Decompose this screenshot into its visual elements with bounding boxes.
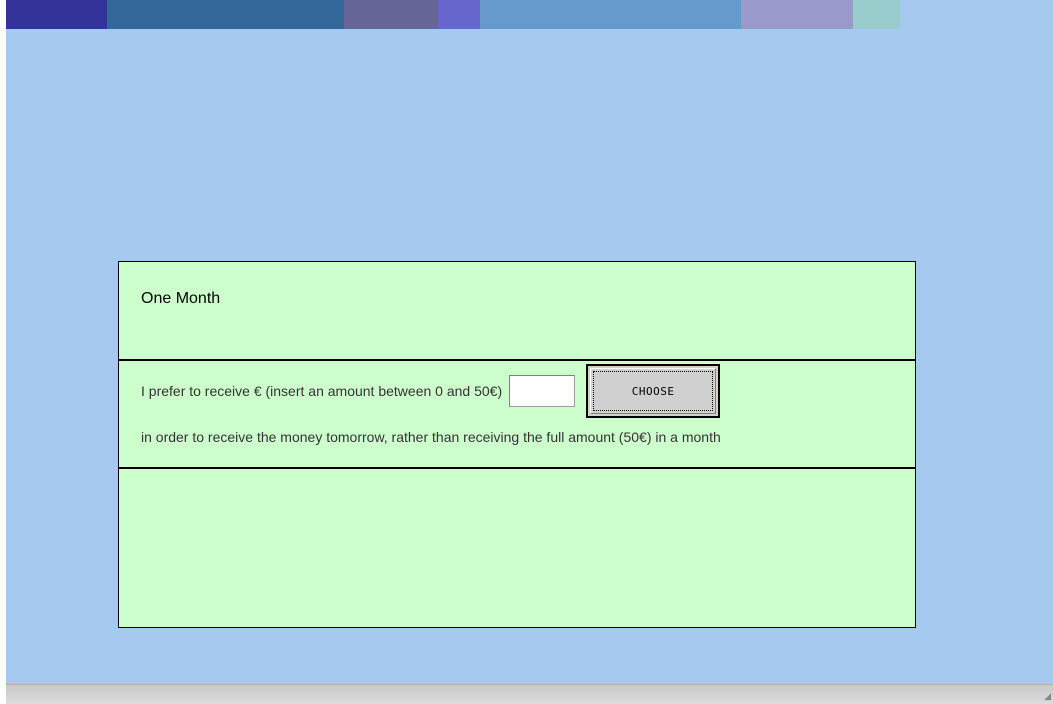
choose-button-label: CHOOSE bbox=[590, 368, 717, 414]
strip-segment-8 bbox=[900, 0, 1053, 29]
strip-segment-3 bbox=[344, 0, 438, 29]
strip-segment-7 bbox=[853, 0, 900, 29]
color-header-strip bbox=[6, 0, 1053, 29]
status-bar: ◢ bbox=[6, 684, 1053, 704]
strip-segment-2 bbox=[107, 0, 344, 29]
amount-prompt: I prefer to receive € (insert an amount … bbox=[141, 383, 503, 399]
panel-body: I prefer to receive € (insert an amount … bbox=[119, 361, 915, 469]
strip-segment-1 bbox=[6, 0, 107, 29]
amount-input[interactable] bbox=[509, 375, 576, 407]
decision-panel: One Month I prefer to receive € (insert … bbox=[118, 261, 916, 628]
panel-header: One Month bbox=[119, 262, 915, 361]
experiment-screen: One Month I prefer to receive € (insert … bbox=[6, 0, 1053, 684]
strip-segment-6 bbox=[741, 0, 853, 29]
strip-segment-5 bbox=[480, 0, 741, 29]
resize-grip-icon[interactable]: ◢ bbox=[1041, 692, 1051, 702]
panel-title: One Month bbox=[141, 290, 221, 307]
amount-row: I prefer to receive € (insert an amount … bbox=[141, 364, 721, 418]
strip-segment-4 bbox=[438, 0, 480, 29]
explanation-text: in order to receive the money tomorrow, … bbox=[141, 429, 721, 445]
choose-button[interactable]: CHOOSE bbox=[586, 364, 721, 418]
